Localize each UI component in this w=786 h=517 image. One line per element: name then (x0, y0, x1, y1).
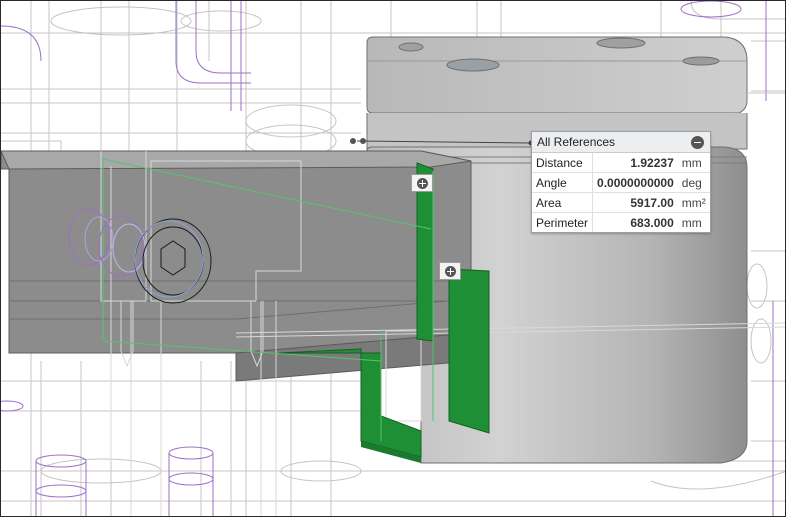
table-row: Perimeter 683.000 mm (532, 212, 710, 232)
plus-icon (444, 265, 456, 277)
row-value: 1.92237 (630, 155, 674, 170)
row-value: 5917.00 (592, 192, 678, 213)
panel-header: All References (532, 132, 710, 153)
row-unit: mm (677, 212, 710, 232)
row-unit: mm (681, 155, 702, 170)
row-label: Distance (532, 153, 594, 173)
row-value: 0.0000000000 (592, 172, 678, 193)
3d-viewport[interactable]: All References Distance 1.92237 mm Angle… (0, 0, 786, 517)
add-reference-button[interactable] (439, 262, 461, 280)
table-row: Distance 1.92237 mm (532, 153, 710, 173)
row-label: Area (532, 192, 594, 213)
table-row: Angle 0.0000000000 deg (532, 172, 710, 193)
plus-icon (416, 177, 428, 189)
measurement-table: Distance 1.92237 mm Angle 0.0000000000 d… (532, 153, 710, 232)
panel-title: All References (537, 135, 616, 149)
row-value: 683.000 (592, 212, 678, 232)
table-row: Area 5917.00 mm² (532, 192, 710, 213)
cad-scene[interactable] (1, 1, 786, 517)
add-reference-button[interactable] (411, 174, 433, 192)
row-label: Angle (532, 172, 594, 193)
row-label: Perimeter (532, 212, 594, 232)
row-unit: deg (677, 172, 710, 193)
collapse-icon[interactable] (691, 135, 704, 149)
row-unit: mm² (677, 192, 710, 213)
all-references-panel: All References Distance 1.92237 mm Angle… (531, 131, 711, 233)
rectangular-block[interactable] (1, 150, 472, 382)
